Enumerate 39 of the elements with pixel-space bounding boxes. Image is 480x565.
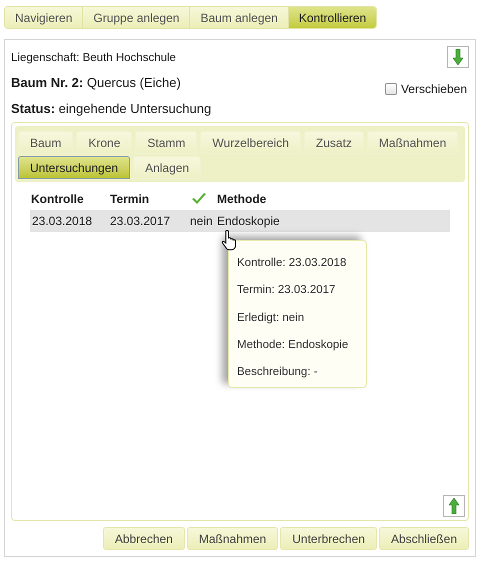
table-cell-text: Endoskopie <box>217 213 280 230</box>
table-cell-text: nein <box>190 213 214 230</box>
tab[interactable]: Zusatz <box>304 131 364 154</box>
tab[interactable]: Maßnahmen <box>366 131 458 154</box>
tab[interactable]: Anlagen <box>133 156 202 180</box>
tooltip-line: Kontrolle: 23.03.2018 <box>237 256 348 271</box>
arrow-up-icon <box>449 498 459 514</box>
nav-tab[interactable]: Kontrollieren <box>288 7 376 28</box>
property-label: Liegenschaft: Beuth Hochschule <box>11 51 177 66</box>
nav-tab[interactable]: Gruppe anlegen <box>83 7 190 28</box>
scroll-up-button[interactable] <box>443 495 465 517</box>
action-button[interactable]: Maßnahmen <box>186 527 278 550</box>
tab[interactable]: Wurzelbereich <box>200 131 301 154</box>
checkmark-icon <box>191 192 207 206</box>
tooltip-line: Methode: Endoskopie <box>237 338 350 353</box>
tab[interactable]: Krone <box>76 131 132 154</box>
checkbox-label: Verschieben <box>400 81 467 98</box>
status-label: Status: eingehende Untersuchung <box>11 100 212 118</box>
scroll-down-button[interactable] <box>447 46 469 68</box>
tab[interactable]: Stamm <box>135 131 198 154</box>
nav-tab[interactable]: Baum anlegen <box>190 7 289 28</box>
tab[interactable]: Untersuchungen <box>18 156 130 180</box>
tab[interactable]: Baum <box>18 131 74 154</box>
checkbox[interactable] <box>384 83 397 95</box>
column-header: Termin <box>110 191 150 208</box>
nav-tab[interactable]: Navigieren <box>5 7 84 28</box>
arrow-down-icon <box>453 49 463 65</box>
table-cell-text: 23.03.2017 <box>110 213 172 230</box>
tooltip-line: Termin: 23.03.2017 <box>237 283 336 298</box>
action-button[interactable]: Unterbrechen <box>280 527 377 550</box>
action-button[interactable]: Abschließen <box>378 527 469 550</box>
action-button[interactable]: Abbrechen <box>102 527 185 550</box>
table-cell-text: 23.03.2018 <box>31 213 94 230</box>
tooltip-line: Beschreibung: - <box>237 365 319 380</box>
tree-label: Baum Nr. 2: Quercus (Eiche) <box>11 74 182 92</box>
table-row[interactable]: 23.03.2018 23.03.2017 nein Endoskopie <box>30 210 450 232</box>
tooltip-line: Erledigt: nein <box>237 310 306 326</box>
column-header: Kontrolle <box>30 191 85 208</box>
column-header: Methode <box>217 191 266 208</box>
